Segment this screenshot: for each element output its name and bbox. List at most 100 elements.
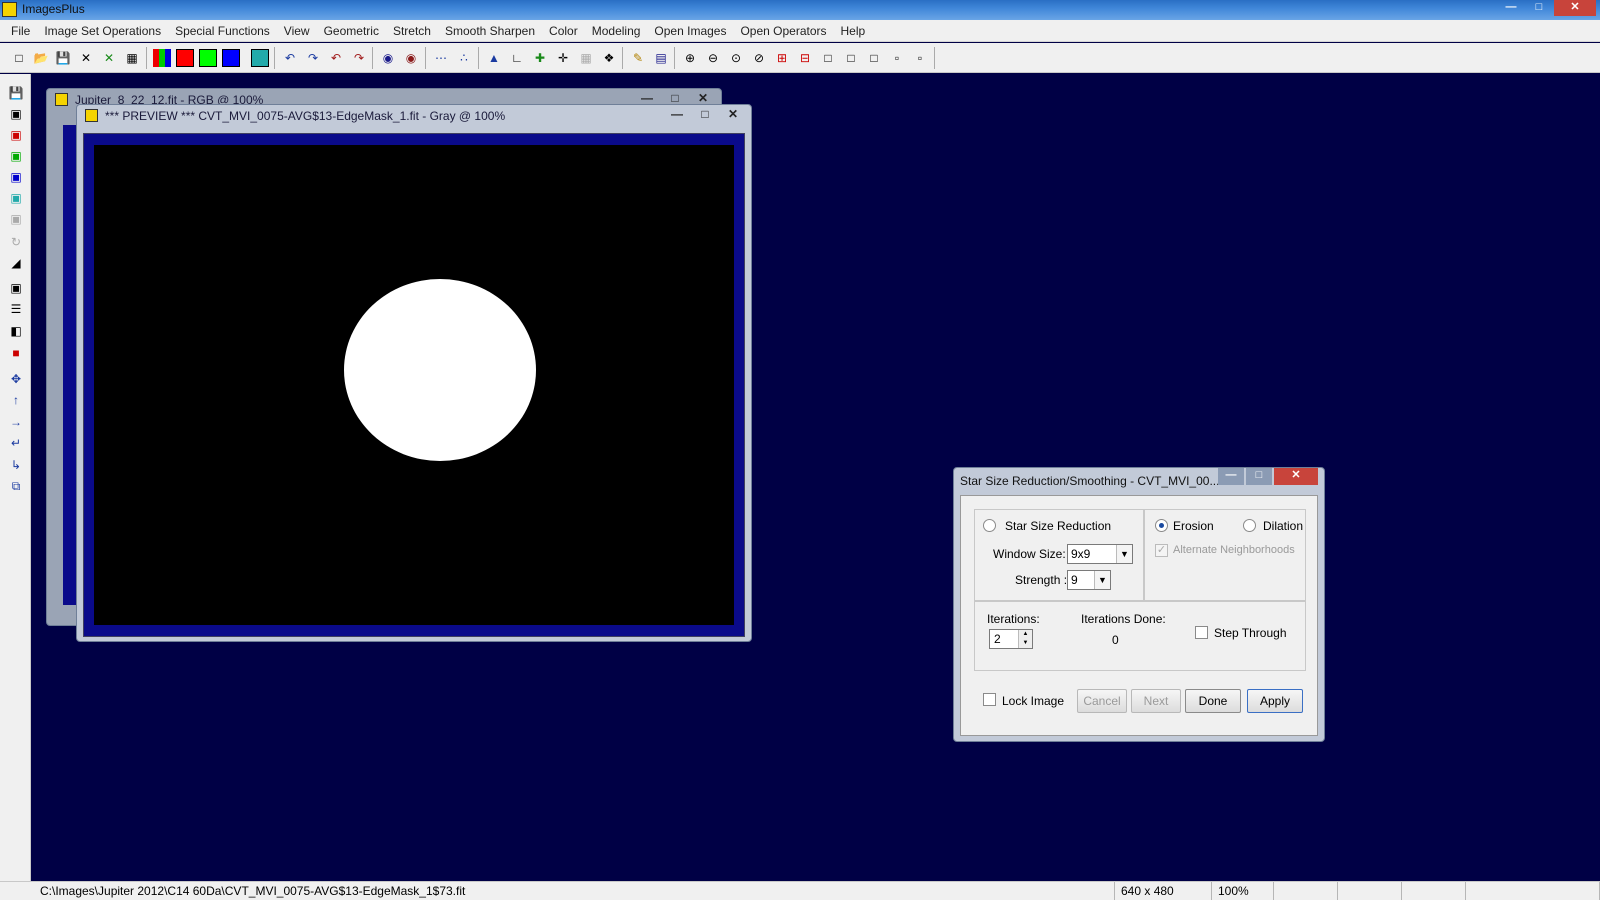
menu-file[interactable]: File <box>4 24 37 38</box>
minimize-icon[interactable]: — <box>1498 0 1524 16</box>
print-icon[interactable]: ▦ <box>123 49 141 67</box>
strength-select[interactable]: 9 ▼ <box>1067 570 1111 590</box>
zoom-in-icon[interactable]: ⊕ <box>681 49 699 67</box>
save-icon[interactable]: 💾 <box>7 84 25 102</box>
maximize-icon[interactable]: □ <box>1526 0 1552 16</box>
open-folder-icon[interactable]: 📂 <box>32 49 50 67</box>
stepper-up-icon[interactable]: ▲ <box>1018 630 1032 639</box>
add-icon[interactable]: ✚ <box>531 49 549 67</box>
menu-open-operators[interactable]: Open Operators <box>733 24 833 38</box>
frame-medium-icon[interactable]: □ <box>842 49 860 67</box>
red-layer-icon[interactable]: ▣ <box>7 126 25 144</box>
pointer-box-icon[interactable]: ■ <box>7 344 25 362</box>
undo-icon[interactable]: ↶ <box>281 49 299 67</box>
curve-icon[interactable]: ∟ <box>508 49 526 67</box>
maximize-icon[interactable]: □ <box>1246 468 1272 485</box>
blue-channel-icon[interactable] <box>222 49 240 67</box>
save-icon[interactable]: 💾 <box>54 49 72 67</box>
dotted-line-icon[interactable]: ⋯ <box>432 49 450 67</box>
menu-help[interactable]: Help <box>834 24 873 38</box>
app-title-bar[interactable]: ImagesPlus — □ ✕ <box>0 0 1600 20</box>
window-size-select[interactable]: 9x9 ▼ <box>1067 544 1133 564</box>
step-through-checkbox[interactable] <box>1195 626 1208 639</box>
image-canvas[interactable] <box>94 145 734 625</box>
preview-image-window[interactable]: *** PREVIEW *** CVT_MVI_0075-AVG$13-Edge… <box>76 104 752 642</box>
frame-small-icon[interactable]: □ <box>865 49 883 67</box>
zoom-out-icon[interactable]: ⊖ <box>704 49 722 67</box>
star-size-reduction-radio[interactable] <box>983 519 996 532</box>
close-icon[interactable]: ✕ <box>1274 468 1318 485</box>
erosion-radio[interactable] <box>1155 519 1168 532</box>
palette-icon[interactable]: ❖ <box>600 49 618 67</box>
select-box-icon[interactable]: ▣ <box>7 279 25 297</box>
done-button[interactable]: Done <box>1185 689 1241 713</box>
expand-icon[interactable]: ⊞ <box>773 49 791 67</box>
cancel-button[interactable]: Cancel <box>1077 689 1127 713</box>
arrow-up-icon[interactable]: ↑ <box>7 391 25 409</box>
maximize-icon[interactable]: □ <box>693 107 717 123</box>
redo-all-icon[interactable]: ↷ <box>350 49 368 67</box>
menu-open-images[interactable]: Open Images <box>647 24 733 38</box>
green-layer-icon[interactable]: ▣ <box>7 147 25 165</box>
next-button[interactable]: Next <box>1131 689 1181 713</box>
green-channel-icon[interactable] <box>199 49 217 67</box>
menu-view[interactable]: View <box>277 24 317 38</box>
rotate-left-icon[interactable]: ↵ <box>7 434 25 452</box>
blue-layer-icon[interactable]: ▣ <box>7 168 25 186</box>
menu-special-functions[interactable]: Special Functions <box>168 24 277 38</box>
menu-stretch[interactable]: Stretch <box>386 24 438 38</box>
gray-layer-icon[interactable]: ▣ <box>7 210 25 228</box>
frame-smaller-icon[interactable]: ▫ <box>888 49 906 67</box>
shrink-icon[interactable]: ⊟ <box>796 49 814 67</box>
lock-image-checkbox[interactable] <box>983 693 996 706</box>
minimize-icon[interactable]: — <box>665 107 689 123</box>
rotate-icon[interactable]: ↻ <box>7 233 25 251</box>
apply-button[interactable]: Apply <box>1247 689 1303 713</box>
histogram-icon[interactable]: ▲ <box>485 49 503 67</box>
gradient-icon[interactable]: ◢ <box>7 254 25 272</box>
undo-all-icon[interactable]: ↶ <box>327 49 345 67</box>
menu-color[interactable]: Color <box>542 24 585 38</box>
menu-modeling[interactable]: Modeling <box>585 24 648 38</box>
red-channel-icon[interactable] <box>176 49 194 67</box>
half-fill-icon[interactable]: ◧ <box>7 322 25 340</box>
menu-image-set-operations[interactable]: Image Set Operations <box>37 24 168 38</box>
luminance-icon[interactable] <box>251 49 269 67</box>
columns-icon[interactable]: ☰ <box>7 300 25 318</box>
arrow-right-icon[interactable]: → <box>7 413 25 431</box>
rotate-right-icon[interactable]: ↳ <box>7 456 25 474</box>
zoom-fit-icon[interactable]: ⊙ <box>727 49 745 67</box>
menu-geometric[interactable]: Geometric <box>317 24 386 38</box>
stepper-down-icon[interactable]: ▼ <box>1018 639 1032 648</box>
alternate-neighborhoods-checkbox[interactable]: ✓ <box>1155 544 1168 557</box>
dilation-radio[interactable] <box>1243 519 1256 532</box>
app-icon[interactable] <box>2 2 17 17</box>
copy-icon[interactable]: ⧉ <box>7 477 25 495</box>
histogram-points-icon[interactable]: ∴ <box>455 49 473 67</box>
rgb-channels-icon[interactable] <box>153 49 171 67</box>
preview-window-title-bar[interactable]: *** PREVIEW *** CVT_MVI_0075-AVG$13-Edge… <box>77 105 751 127</box>
frame-large-icon[interactable]: □ <box>819 49 837 67</box>
iterations-stepper[interactable]: 2 ▲ ▼ <box>989 629 1033 649</box>
frame-smallest-icon[interactable]: ▫ <box>911 49 929 67</box>
new-file-icon[interactable]: □ <box>10 49 28 67</box>
chevron-down-icon[interactable]: ▼ <box>1094 571 1110 589</box>
close-icon[interactable]: ✕ <box>1554 0 1596 16</box>
close-all-icon[interactable]: ✕ <box>100 49 118 67</box>
close-icon[interactable]: ✕ <box>721 107 745 123</box>
redo-icon[interactable]: ↷ <box>304 49 322 67</box>
cyan-layer-icon[interactable]: ▣ <box>7 189 25 207</box>
black-white-icon[interactable]: ▣ <box>7 105 25 123</box>
layers-icon[interactable]: ▤ <box>652 49 670 67</box>
chevron-down-icon[interactable]: ▼ <box>1116 545 1132 563</box>
crosshair-icon[interactable]: ✛ <box>554 49 572 67</box>
pencil-icon[interactable]: ✎ <box>629 49 647 67</box>
star-size-reduction-dialog[interactable]: Star Size Reduction/Smoothing - CVT_MVI_… <box>953 467 1325 742</box>
grid-icon[interactable]: ▦ <box>577 49 595 67</box>
mask-icon[interactable]: ◉ <box>379 49 397 67</box>
zoom-reset-icon[interactable]: ⊘ <box>750 49 768 67</box>
mask-invert-icon[interactable]: ◉ <box>402 49 420 67</box>
minimize-icon[interactable]: — <box>1218 468 1244 485</box>
move-icon[interactable]: ✥ <box>7 370 25 388</box>
menu-smooth-sharpen[interactable]: Smooth Sharpen <box>438 24 542 38</box>
